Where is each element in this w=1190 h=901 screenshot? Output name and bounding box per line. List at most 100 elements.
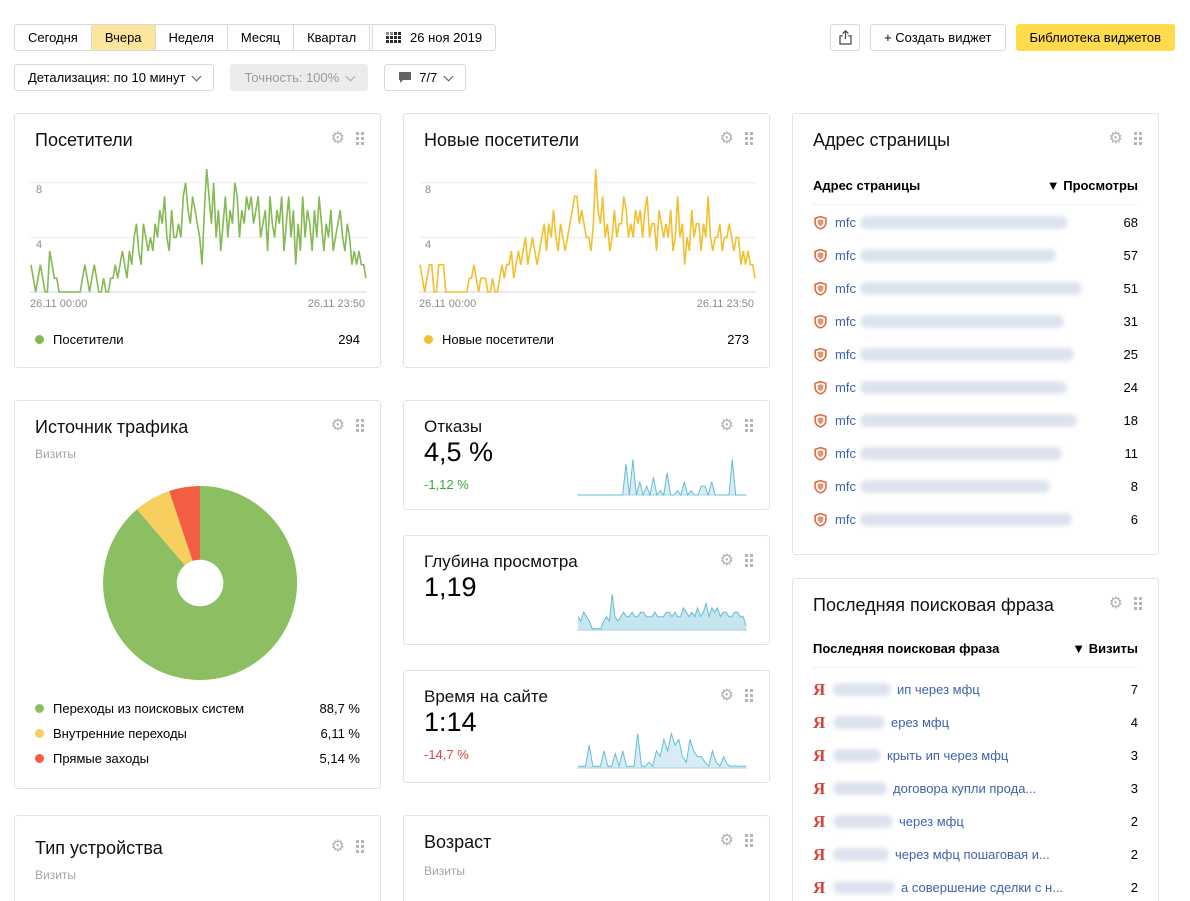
tab-quarter[interactable]: Квартал: [293, 24, 370, 51]
legend-row[interactable]: Посетители 294: [35, 332, 360, 347]
legend-dot: [35, 729, 44, 738]
drag-handle-icon[interactable]: [745, 553, 753, 567]
table-row[interactable]: Ячерез мфц 2: [813, 805, 1138, 838]
page-url-link[interactable]: mfc: [835, 248, 856, 263]
tab-today[interactable]: Сегодня: [14, 24, 91, 51]
table-row[interactable]: mfc 6: [813, 503, 1138, 536]
drag-handle-icon[interactable]: [356, 131, 364, 145]
export-button[interactable]: [830, 24, 861, 51]
phrase-link[interactable]: крыть ип через мфц: [887, 748, 1008, 763]
phrase-link[interactable]: а совершение сделки с н...: [901, 880, 1063, 895]
comments-dropdown[interactable]: 7/7: [384, 64, 467, 91]
page-url-link[interactable]: mfc: [835, 512, 856, 527]
table-row[interactable]: mfc 11: [813, 437, 1138, 470]
page-url-link[interactable]: mfc: [835, 413, 856, 428]
table-row[interactable]: mfc 51: [813, 272, 1138, 305]
column-header-visits[interactable]: ▼ Визиты: [1072, 641, 1138, 656]
visits-value: 3: [1130, 748, 1138, 763]
blurred-url: [859, 249, 1056, 262]
gear-icon[interactable]: ⚙: [331, 417, 345, 433]
drag-handle-icon[interactable]: [745, 833, 753, 847]
widget-subtitle: Визиты: [35, 447, 77, 461]
blurred-url: [859, 447, 1062, 460]
widget-new-visitors: Новые посетители ⚙ 8 4 26.11 00:00 26.11…: [403, 113, 770, 368]
phrase-link[interactable]: через мфц: [899, 814, 964, 829]
gear-icon[interactable]: ⚙: [720, 552, 734, 568]
drag-handle-icon[interactable]: [1134, 596, 1142, 610]
column-header-name[interactable]: Последняя поисковая фраза: [813, 641, 999, 656]
legend-value: 88,7 %: [319, 701, 360, 716]
widget-device-type: Тип устройства Визиты ⚙: [14, 815, 381, 901]
page-url-link[interactable]: mfc: [835, 281, 856, 296]
blurred-phrase: [833, 881, 895, 894]
kpi-delta: -1,12 %: [424, 477, 469, 492]
page-url-link[interactable]: mfc: [835, 314, 856, 329]
date-picker-button[interactable]: 26 ноя 2019: [372, 24, 497, 51]
page-url-link[interactable]: mfc: [835, 380, 856, 395]
table-row[interactable]: mfc 31: [813, 305, 1138, 338]
table-row[interactable]: mfc 24: [813, 371, 1138, 404]
chevron-down-icon: [443, 71, 454, 81]
tab-yesterday[interactable]: Вчера: [90, 24, 155, 51]
legend-row: Внутренние переходы 6,11 %: [35, 726, 360, 741]
widget-title: Возраст: [424, 832, 492, 852]
drag-handle-icon[interactable]: [356, 839, 364, 853]
table-row[interactable]: Ячерез мфц пошаговая и... 2: [813, 838, 1138, 871]
phrase-link[interactable]: ип через мфц: [897, 682, 980, 697]
table-row[interactable]: mfc 57: [813, 239, 1138, 272]
gear-icon[interactable]: ⚙: [720, 687, 734, 703]
phrase-link[interactable]: через мфц пошаговая и...: [895, 847, 1050, 862]
gear-icon[interactable]: ⚙: [720, 130, 734, 146]
legend-value: 5,14 %: [319, 751, 360, 766]
table-row[interactable]: mfc 68: [813, 206, 1138, 239]
column-header-views[interactable]: ▼ Просмотры: [1047, 178, 1138, 193]
drag-handle-icon[interactable]: [745, 688, 753, 702]
tab-month[interactable]: Месяц: [226, 24, 294, 51]
phrase-link[interactable]: договора купли прода...: [893, 781, 1036, 796]
gear-icon[interactable]: ⚙: [720, 417, 734, 433]
legend-label: Прямые заходы: [53, 751, 150, 766]
drag-handle-icon[interactable]: [356, 418, 364, 432]
detail-dropdown[interactable]: Детализация: по 10 минут: [14, 64, 215, 91]
table-row[interactable]: Яип через мфц 7: [813, 673, 1138, 706]
page-url-link[interactable]: mfc: [835, 215, 856, 230]
yandex-icon: Я: [813, 746, 826, 765]
table-row[interactable]: mfc 18: [813, 404, 1138, 437]
gear-icon[interactable]: ⚙: [331, 838, 345, 854]
column-header-name[interactable]: Адрес страницы: [813, 178, 920, 193]
legend-row[interactable]: Новые посетители 273: [424, 332, 749, 347]
blurred-url: [859, 315, 1064, 328]
table-row[interactable]: Яерез мфц 4: [813, 706, 1138, 739]
yandex-icon: Я: [813, 845, 826, 864]
gear-icon[interactable]: ⚙: [331, 130, 345, 146]
table-header: Адрес страницы ▼ Просмотры: [813, 178, 1138, 205]
accuracy-dropdown[interactable]: Точность: 100%: [230, 64, 369, 91]
tab-week[interactable]: Неделя: [154, 24, 227, 51]
phrase-link[interactable]: ерез мфц: [891, 715, 949, 730]
views-value: 57: [1123, 248, 1138, 263]
page-url-link[interactable]: mfc: [835, 446, 856, 461]
visits-value: 2: [1130, 814, 1138, 829]
visits-value: 4: [1130, 715, 1138, 730]
visits-value: 2: [1130, 880, 1138, 895]
drag-handle-icon[interactable]: [1134, 131, 1142, 145]
gear-icon[interactable]: ⚙: [1109, 595, 1123, 611]
table-row[interactable]: Ядоговора купли прода... 3: [813, 772, 1138, 805]
page-url-link[interactable]: mfc: [835, 347, 856, 362]
table-row[interactable]: Яа совершение сделки с н... 2: [813, 871, 1138, 901]
legend-label: Новые посетители: [442, 332, 554, 347]
gear-icon[interactable]: ⚙: [720, 832, 734, 848]
blurred-url: [859, 216, 1068, 229]
blurred-phrase: [833, 815, 893, 828]
gear-icon[interactable]: ⚙: [1109, 130, 1123, 146]
drag-handle-icon[interactable]: [745, 418, 753, 432]
table-row[interactable]: mfc 25: [813, 338, 1138, 371]
create-widget-button[interactable]: + Создать виджет: [870, 24, 1006, 51]
page-url-link[interactable]: mfc: [835, 479, 856, 494]
table-row[interactable]: mfc 8: [813, 470, 1138, 503]
drag-handle-icon[interactable]: [745, 131, 753, 145]
blurred-url: [859, 381, 1067, 394]
kpi-value: 1,19: [424, 572, 477, 602]
widget-library-button[interactable]: Библиотека виджетов: [1015, 24, 1175, 51]
table-row[interactable]: Якрыть ип через мфц 3: [813, 739, 1138, 772]
